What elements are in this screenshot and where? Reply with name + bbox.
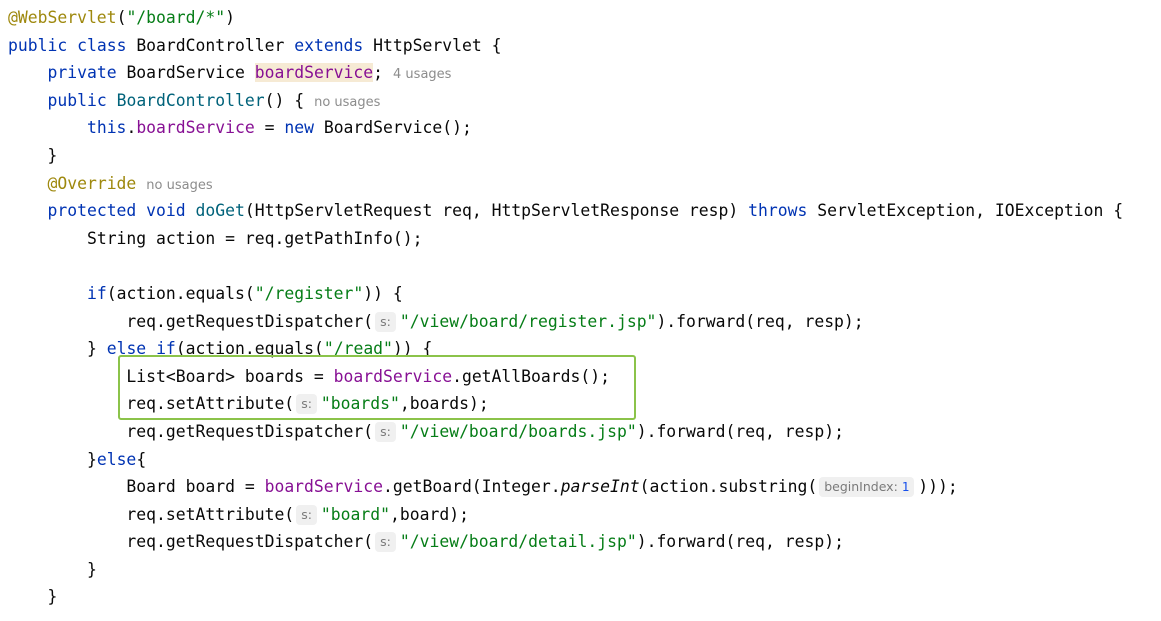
string-literal: "/board/*" xyxy=(126,8,226,27)
code-line-13: } else if(action.equals("/read")) { xyxy=(86,339,433,359)
code-line-8: protected void doGet(HttpServletRequest … xyxy=(47,201,1124,221)
code-line-2: public class BoardController extends Htt… xyxy=(8,35,502,55)
constructor-name: BoardController xyxy=(116,90,265,110)
code-line-21: } xyxy=(86,559,97,579)
code-line-9: String action = req.getPathInfo(); xyxy=(86,228,423,248)
code-editor[interactable]: @WebServlet("/board/*") public class Boa… xyxy=(8,4,1158,611)
code-line-11: if(action.equals("/register")) { xyxy=(86,283,403,303)
usages-hint[interactable]: 4 usages xyxy=(393,67,451,82)
method-name-doget: doGet xyxy=(195,201,245,221)
parameter-hint-begin-index: beginIndex: 1 xyxy=(819,477,915,498)
code-line-5: this.boardService = new BoardService(); xyxy=(86,118,472,138)
code-line-16: req.getRequestDispatcher(s: "/view/board/… xyxy=(126,421,844,442)
code-line-10-blank xyxy=(8,252,1158,280)
class-name: BoardController xyxy=(136,35,285,55)
code-line-4: public BoardController() {no usages xyxy=(47,90,381,110)
code-line-20: req.getRequestDispatcher(s: "/view/board/… xyxy=(126,532,844,553)
code-line-18: Board board = boardService.getBoard(Inte… xyxy=(126,477,958,498)
code-line-1: @WebServlet("/board/*") xyxy=(8,8,235,27)
annotation-webservlet: @WebServlet xyxy=(8,8,117,27)
parameter-hint: s: xyxy=(296,394,317,415)
annotation-override: @Override xyxy=(47,173,137,193)
parameter-hint: s: xyxy=(375,311,396,332)
code-line-19: req.setAttribute(s: "board",board); xyxy=(126,504,469,525)
code-line-7: @Override no usages xyxy=(8,170,1158,198)
code-line-14: List<Board> boards = boardService.getAll… xyxy=(126,366,610,386)
code-line-12: req.getRequestDispatcher(s: "/view/board/… xyxy=(126,311,864,332)
field-board-service: boardService xyxy=(254,63,374,83)
usages-hint[interactable]: no usages xyxy=(314,95,380,110)
parameter-hint: s: xyxy=(296,504,317,525)
code-line-22: } xyxy=(47,587,58,607)
parameter-hint: s: xyxy=(375,532,396,553)
code-line-3: private BoardService boardService; 4 usag… xyxy=(47,63,452,83)
parameter-hint: s: xyxy=(375,421,396,442)
code-line-15: req.setAttribute(s: "boards",boards); xyxy=(126,394,489,415)
code-line-17: }else{ xyxy=(86,449,147,469)
usages-hint[interactable]: no usages xyxy=(146,178,212,193)
code-line-6: } xyxy=(47,145,58,165)
